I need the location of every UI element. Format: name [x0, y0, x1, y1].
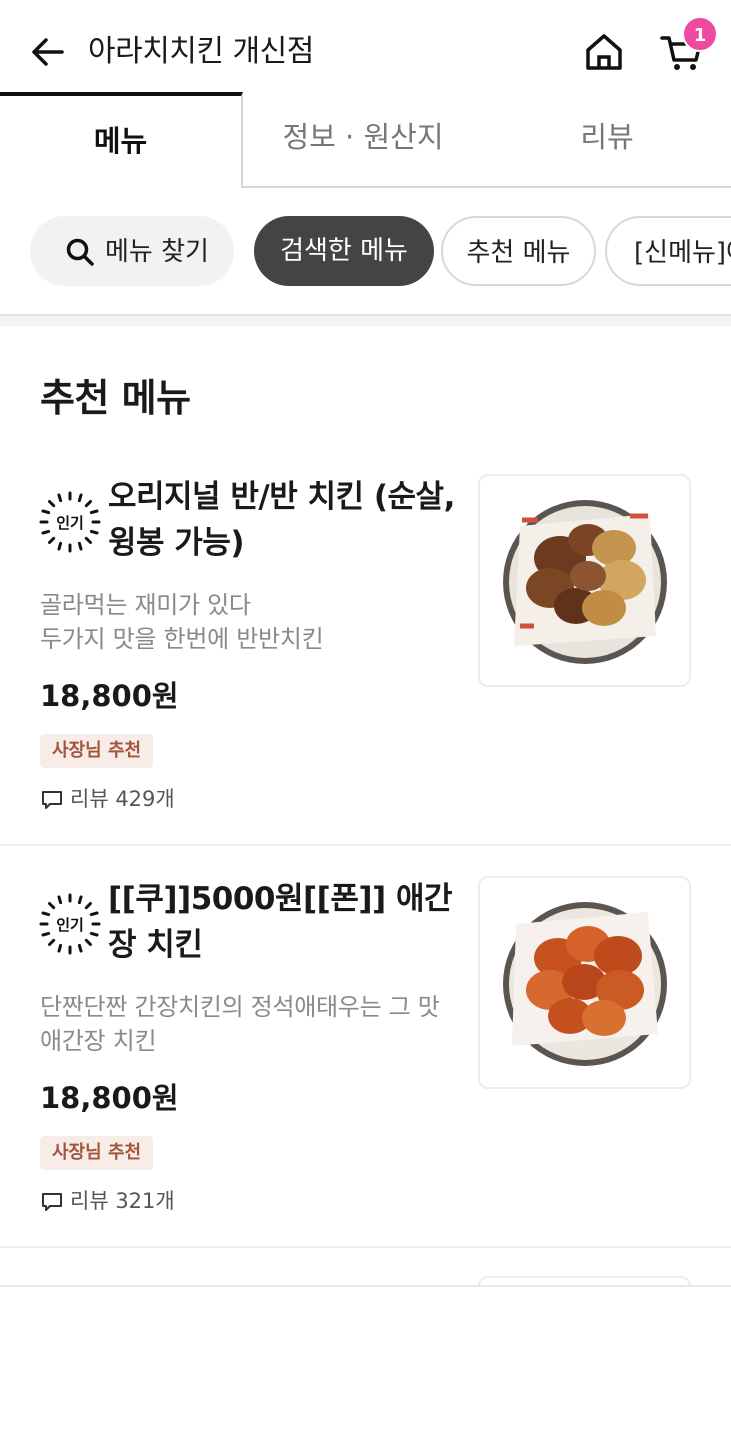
cart-count-badge: 1 [682, 16, 718, 52]
review-bubble-icon [42, 791, 62, 809]
menu-filter-chips: 메뉴 찾기 검색한 메뉴 추천 메뉴 [신메뉴]아 [0, 216, 731, 288]
recommended-menu-chip[interactable]: 추천 메뉴 [441, 216, 596, 286]
fried-chicken-image [503, 902, 667, 1066]
popular-badge-icon: 인기 [39, 491, 101, 553]
review-count-label: 리뷰 321개 [70, 1189, 175, 1213]
menu-search-chip[interactable]: 메뉴 찾기 [30, 216, 234, 286]
home-icon [586, 34, 622, 70]
popular-badge-icon: 인기 [39, 893, 101, 955]
app-header: 아라치치킨 개신점 1 [0, 0, 731, 92]
menu-item-name[interactable]: 오리지널 반/반 치킨 (순살,윙봉 가능) [108, 474, 458, 566]
store-title: 아라치치킨 개신점 [88, 34, 314, 69]
tab-info-origin[interactable]: 정보 · 원산지 [243, 92, 483, 188]
menu-item-photo[interactable] [478, 474, 691, 687]
popular-badge-label: 인기 [56, 514, 84, 532]
section-title: 추천 메뉴 [40, 376, 191, 420]
back-arrow-icon [32, 38, 64, 66]
back-button[interactable] [28, 32, 68, 72]
next-menu-item-peek [0, 1248, 731, 1288]
new-menu-chip[interactable]: [신메뉴]아 [605, 216, 731, 286]
section-divider [0, 314, 731, 326]
review-bubble-icon [42, 1193, 62, 1211]
menu-item[interactable]: 인기 오리지널 반/반 치킨 (순살,윙봉 가능) 골라먹는 재미가 있다 두가… [0, 444, 731, 846]
owner-recommend-badge: 사장님 추천 [40, 1136, 154, 1170]
fried-chicken-image [503, 500, 667, 664]
owner-recommend-badge: 사장님 추천 [40, 734, 154, 768]
store-tabs: 메뉴 정보 · 원산지 리뷰 [0, 92, 731, 188]
menu-item-price: 18,800원 [40, 1081, 179, 1115]
tab-review[interactable]: 리뷰 [483, 92, 731, 188]
menu-item-name[interactable]: [[쿠]]5000원[[폰]] 애간장 치킨 [108, 876, 458, 968]
menu-item[interactable]: 인기 [[쿠]]5000원[[폰]] 애간장 치킨 단짠단짠 간장치킨의 정석애… [0, 846, 731, 1248]
menu-item-description: 골라먹는 재미가 있다 두가지 맛을 한번에 반반치킨 [40, 591, 324, 653]
review-count-label: 리뷰 429개 [70, 787, 175, 811]
tab-menu[interactable]: 메뉴 [0, 92, 243, 188]
menu-item-photo[interactable] [478, 876, 691, 1089]
menu-item-price: 18,800원 [40, 679, 179, 713]
popular-badge-label: 인기 [56, 916, 84, 934]
home-button[interactable] [582, 30, 626, 74]
menu-search-label: 메뉴 찾기 [105, 237, 209, 267]
searched-menu-chip[interactable]: 검색한 메뉴 [254, 216, 434, 286]
search-icon [66, 238, 94, 266]
menu-item-description: 단짠단짠 간장치킨의 정석애태우는 그 맛 애간장 치킨 [40, 993, 440, 1055]
bottom-blank-area [0, 1285, 731, 1440]
